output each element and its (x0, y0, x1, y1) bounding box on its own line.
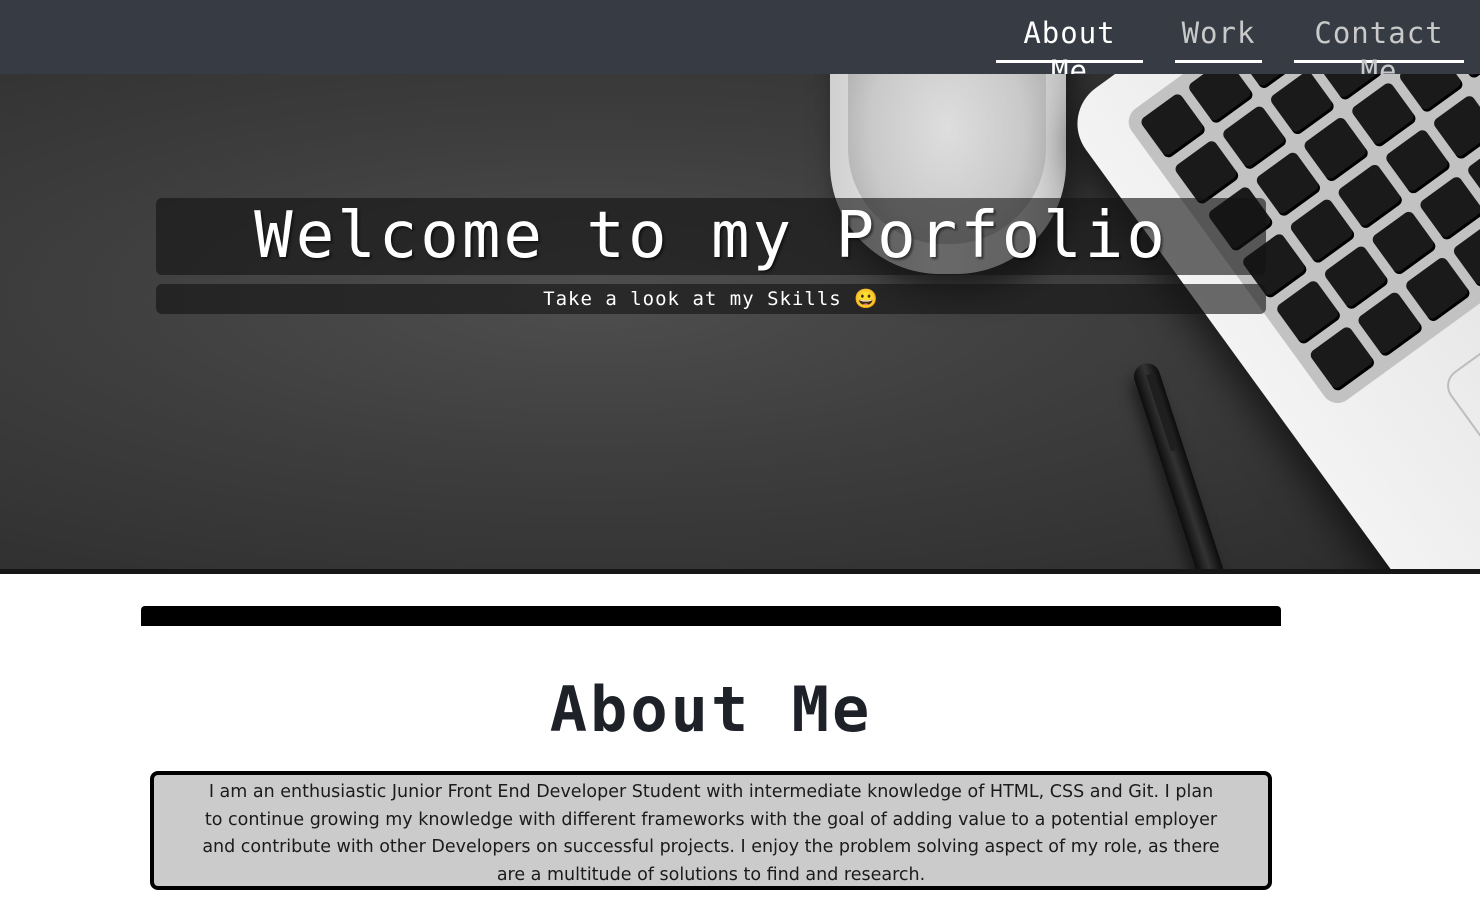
laptop-image (1060, 74, 1480, 569)
nav-link-contact-me[interactable]: Contact Me (1294, 14, 1464, 88)
section-divider-bar (141, 606, 1281, 626)
top-navigation: About Me Work Contact Me (0, 0, 1480, 88)
about-me-heading: About Me (549, 673, 873, 746)
hero-bottom-border (0, 569, 1480, 574)
pen-image (1130, 359, 1258, 569)
hero-title: Welcome to my Porfolio (254, 199, 1168, 273)
nav-link-about-me[interactable]: About Me (996, 14, 1143, 88)
hero-banner (0, 74, 1480, 569)
hero-subtitle: Take a look at my Skills 😀 (543, 288, 879, 310)
about-me-text-box: I am an enthusiastic Junior Front End De… (150, 771, 1272, 890)
nav-link-work[interactable]: Work (1175, 14, 1262, 63)
about-me-paragraph: I am an enthusiastic Junior Front End De… (202, 782, 1220, 885)
